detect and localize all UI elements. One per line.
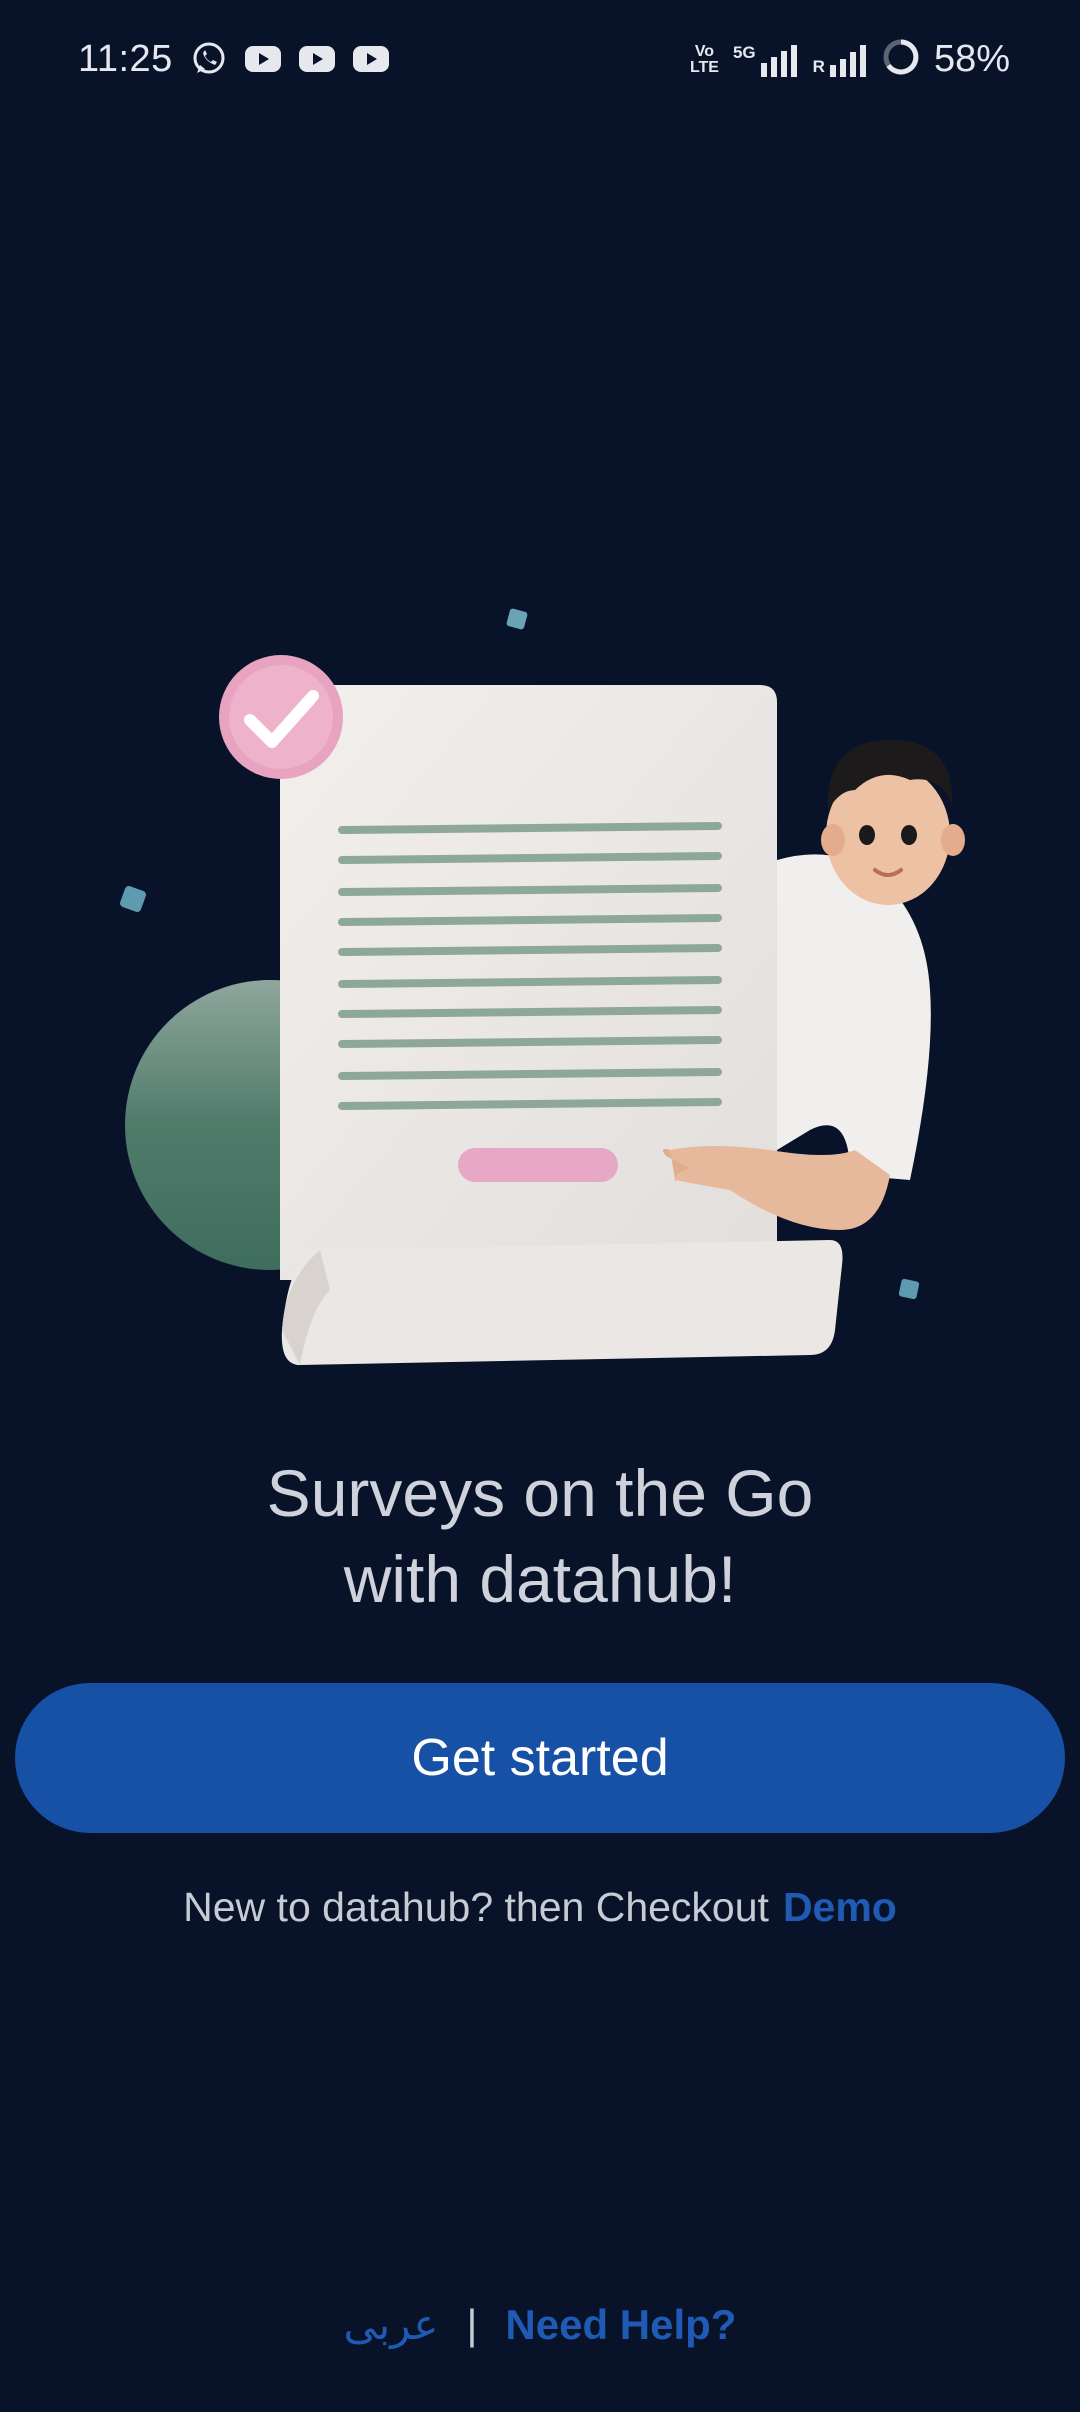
youtube-icon	[298, 40, 336, 78]
status-bar: 11:25 Vo LTE 5G R 58%	[0, 0, 1080, 124]
system-indicators: Vo LTE 5G R 58%	[690, 38, 1010, 81]
signal-5g-icon: 5G	[733, 43, 799, 77]
footer-separator: |	[466, 2301, 478, 2348]
notification-icons	[190, 40, 390, 78]
status-time: 11:25	[78, 38, 173, 80]
need-help-link[interactable]: Need Help?	[505, 2301, 736, 2348]
demo-prompt-text: New to datahub? then Checkout	[183, 1884, 769, 1930]
youtube-icon	[244, 40, 282, 78]
demo-prompt: New to datahub? then Checkout Demo	[0, 1884, 1080, 1931]
language-switch-link[interactable]: عربى	[344, 2301, 439, 2348]
survey-illustration	[110, 590, 980, 1380]
demo-link[interactable]: Demo	[783, 1884, 897, 1930]
headline-line-1: Surveys on the Go	[266, 1456, 814, 1530]
volte-indicator: Vo LTE	[689, 42, 719, 76]
battery-icon	[882, 38, 920, 81]
signal-roaming-icon: R	[813, 43, 868, 77]
headline-line-2: with datahub!	[343, 1542, 737, 1616]
footer: عربى | Need Help?	[0, 2300, 1080, 2349]
whatsapp-icon	[190, 40, 228, 78]
youtube-icon	[352, 40, 390, 78]
get-started-button[interactable]: Get started	[15, 1683, 1065, 1833]
battery-percent: 58%	[933, 38, 1010, 80]
headline: Surveys on the Go with datahub!	[0, 1450, 1080, 1622]
